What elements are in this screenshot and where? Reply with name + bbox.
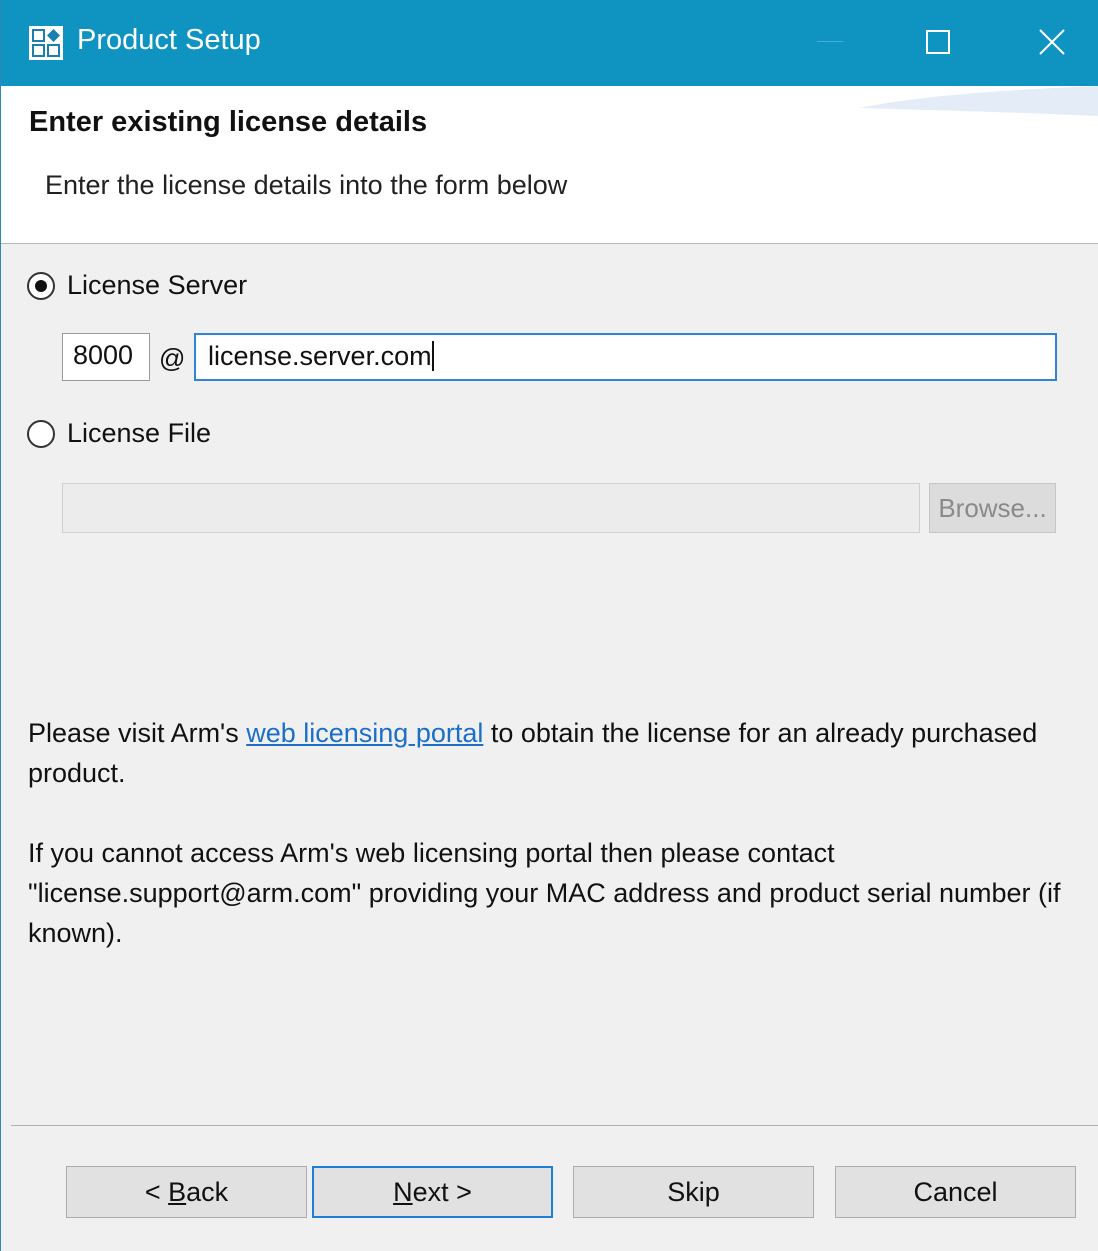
close-icon — [1039, 29, 1065, 55]
title-bar[interactable]: Product Setup — [1, 0, 1098, 86]
server-host-field[interactable]: license.server.com — [194, 333, 1057, 381]
page-description: Enter the license details into the form … — [45, 170, 568, 200]
text-cursor — [431, 341, 434, 371]
back-label-rest: ack — [186, 1177, 229, 1207]
browse-button[interactable]: Browse... — [929, 483, 1056, 533]
license-server-radio[interactable] — [27, 271, 55, 300]
page-title: Enter existing license details — [29, 106, 428, 138]
back-button[interactable]: < Back — [66, 1166, 307, 1218]
license-file-option[interactable]: License File — [27, 418, 211, 449]
product-setup-icon — [29, 26, 63, 60]
web-licensing-portal-link[interactable]: web licensing portal — [246, 718, 483, 748]
dialog-window: Product Setup Enter existing license det… — [0, 0, 1098, 1251]
minimize-button[interactable] — [791, 0, 879, 86]
support-info-text: If you cannot access Arm's web licensing… — [28, 838, 1061, 948]
server-host-value: license.server.com — [208, 341, 432, 371]
at-separator: @ — [159, 343, 186, 373]
license-server-label: License Server — [67, 270, 248, 300]
license-file-path-field[interactable] — [62, 483, 920, 533]
footer-divider — [11, 1125, 1098, 1126]
port-field[interactable]: 8000 — [62, 333, 150, 381]
maximize-icon — [926, 30, 950, 54]
skip-button[interactable]: Skip — [573, 1166, 814, 1218]
wizard-header: Enter existing license details Enter the… — [1, 86, 1098, 244]
cancel-button[interactable]: Cancel — [835, 1166, 1076, 1218]
header-decoration — [859, 86, 1098, 116]
minimize-icon — [817, 41, 843, 42]
license-file-radio[interactable] — [27, 419, 55, 448]
next-label-rest: ext > — [412, 1177, 472, 1207]
license-server-option[interactable]: License Server — [27, 270, 247, 301]
back-prefix: < — [144, 1177, 169, 1207]
license-file-label: License File — [67, 418, 212, 448]
window-title: Product Setup — [77, 24, 261, 56]
portal-info-text: Please visit Arm's web licensing portal … — [28, 713, 1068, 793]
back-mnemonic: B — [168, 1177, 187, 1207]
maximize-button[interactable] — [895, 0, 983, 86]
portal-info-prefix: Please visit Arm's — [28, 718, 247, 748]
next-mnemonic: N — [393, 1177, 413, 1207]
next-button[interactable]: Next > — [312, 1166, 553, 1218]
close-button[interactable] — [1005, 0, 1098, 86]
